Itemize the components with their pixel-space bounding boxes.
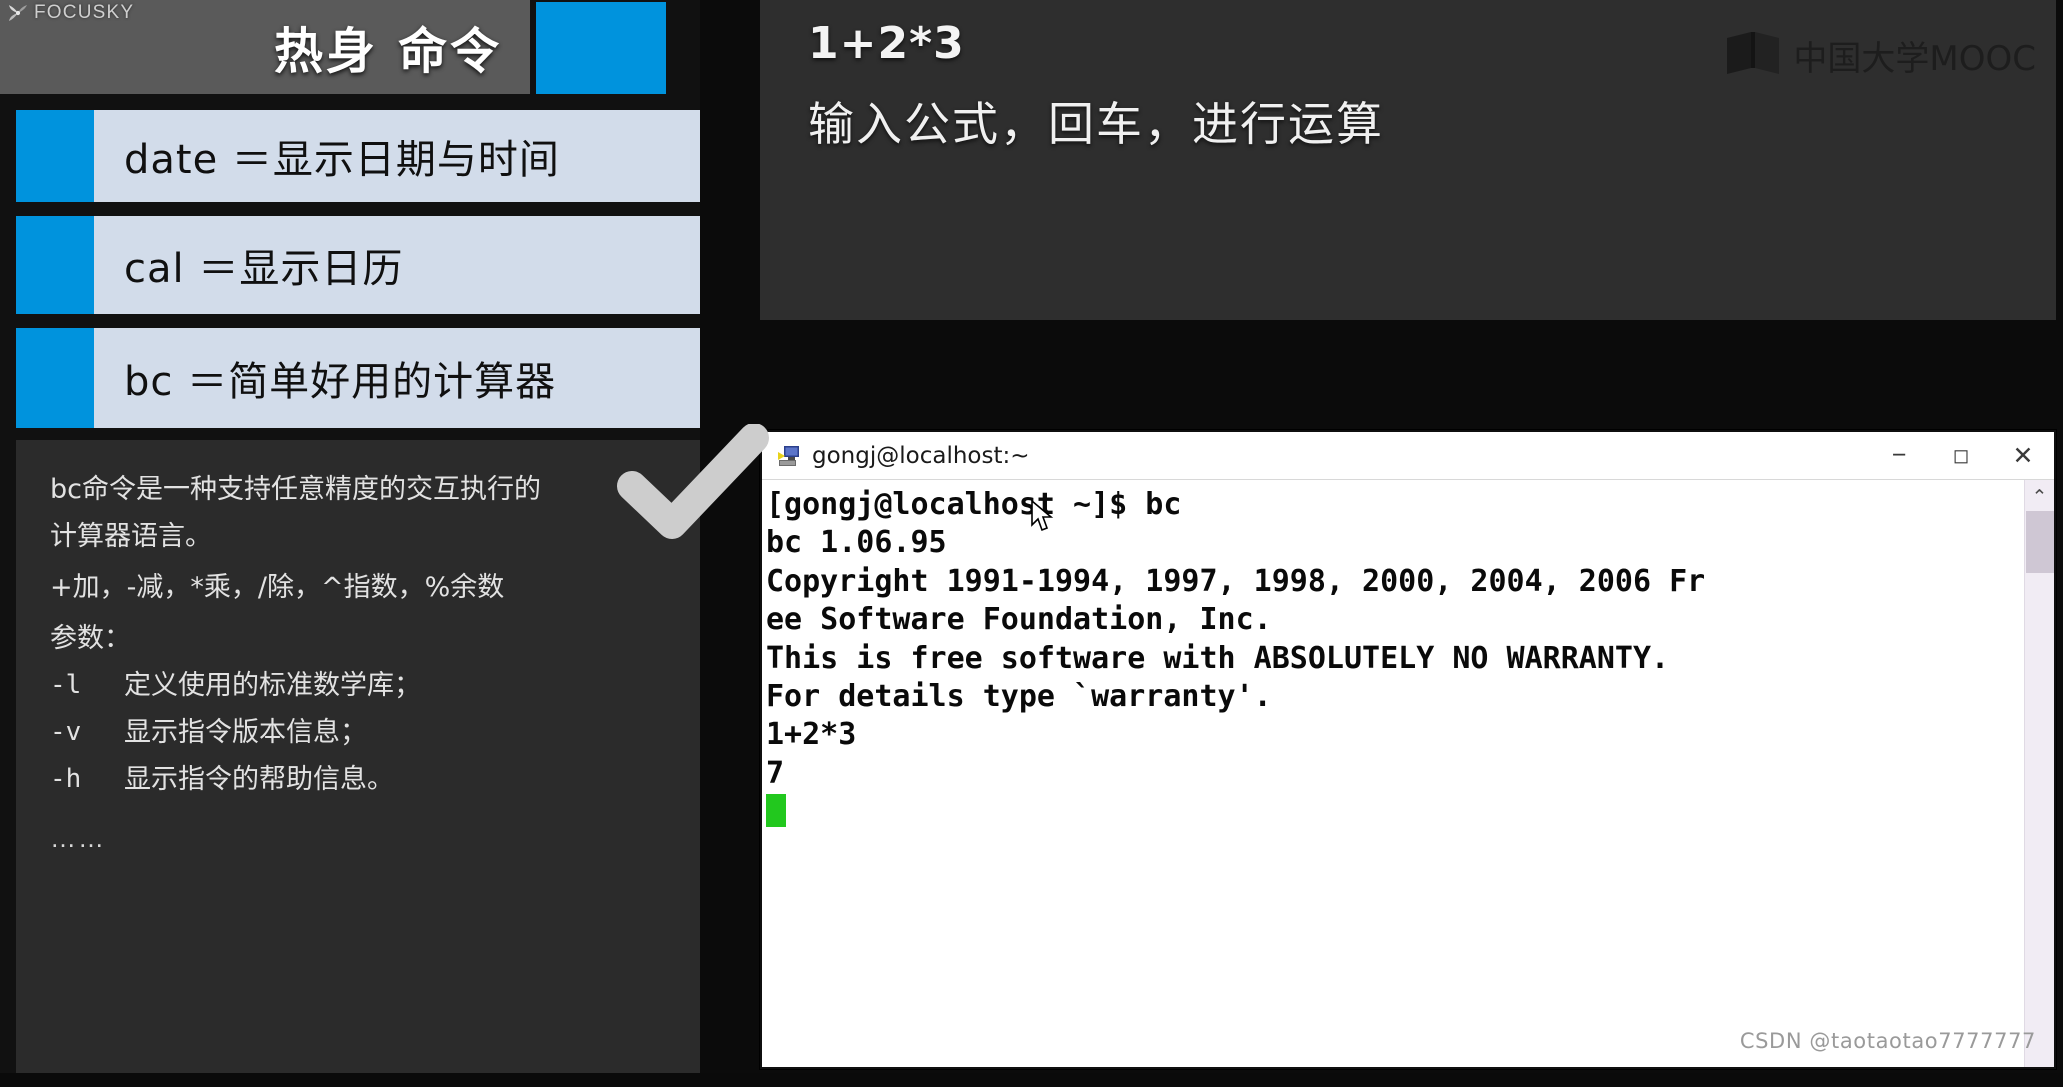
option-flag: -v — [50, 717, 82, 747]
terminal-title-label: gongj@localhost:~ — [812, 442, 1030, 469]
terminal-window[interactable]: gongj@localhost:~ − ◻ ✕ [gongj@localhost… — [760, 430, 2056, 1069]
focusky-brand: FOCUSKY — [8, 2, 134, 24]
slide-expression: 1+2*3 — [808, 18, 965, 69]
block-cursor-icon — [766, 794, 786, 828]
row-label-bar: cal ＝显示日历 — [94, 216, 700, 314]
putty-terminal-icon — [776, 443, 802, 469]
row-label-bar: bc ＝简单好用的计算器 — [94, 328, 700, 428]
row-accent-swatch — [16, 216, 94, 314]
terminal-cursor — [766, 793, 2024, 831]
option-row: -h 显示指令的帮助信息。 — [50, 756, 670, 803]
csdn-watermark: CSDN @taotaotao7777777 — [1739, 1029, 2036, 1053]
terminal-line: Copyright 1991-1994, 1997, 1998, 2000, 2… — [766, 563, 1706, 599]
command-row-bc[interactable]: bc ＝简单好用的计算器 — [16, 328, 700, 428]
terminal-scrollbar[interactable]: ⌃ — [2024, 480, 2054, 1067]
scrollbar-thumb[interactable] — [2025, 511, 2054, 573]
close-button[interactable]: ✕ — [1992, 432, 2054, 479]
row-accent-swatch — [16, 328, 94, 428]
bottom-strip — [0, 1073, 2063, 1087]
mooc-logo: 中国大学MOOC — [1725, 30, 2036, 81]
terminal-line: For details type `warranty'. — [766, 678, 1272, 714]
minimize-button[interactable]: − — [1868, 432, 1930, 479]
params-heading: 参数： — [50, 623, 131, 654]
option-flag: -l — [50, 670, 82, 700]
description-line: 计算器语言。 — [50, 521, 212, 552]
scroll-up-arrow-icon[interactable]: ⌃ — [2032, 486, 2048, 509]
option-row: -l 定义使用的标准数学库； — [50, 662, 670, 709]
description-panel: bc命令是一种支持任意精度的交互执行的 计算器语言。 +加，-减，*乘，/除，^… — [16, 440, 700, 1087]
option-flag: -h — [50, 764, 82, 794]
operators-line: +加，-减，*乘，/除，^指数，%余数 — [50, 572, 505, 603]
terminal-line: This is free software with ABSOLUTELY NO… — [766, 640, 1670, 676]
description-ellipsis: …… — [50, 823, 106, 853]
focusky-brand-label: FOCUSKY — [34, 2, 135, 23]
terminal-line: 7 — [766, 755, 785, 791]
left-slide-panel: 热身 命令 FOCUSKY date ＝显示日期与时间 cal ＝显示日历 bc… — [0, 0, 769, 1087]
title-accent-block — [536, 2, 666, 94]
row-accent-swatch — [16, 110, 94, 202]
terminal-line: bc 1.06.95 — [766, 525, 947, 561]
focusky-logo-icon — [8, 3, 28, 23]
command-label: date ＝显示日期与时间 — [124, 137, 560, 183]
description-line: bc命令是一种支持任意精度的交互执行的 — [50, 474, 541, 505]
right-slide-panel: 1+2*3 输入公式，回车，进行运算 中国大学MOOC — [760, 0, 2056, 320]
page-title: 热身 命令 — [273, 22, 502, 80]
terminal-line: 1+2*3 — [766, 717, 857, 753]
option-text: 显示指令版本信息； — [124, 717, 367, 748]
window-controls[interactable]: − ◻ ✕ — [1868, 432, 2054, 479]
maximize-button[interactable]: ◻ — [1930, 432, 1992, 479]
terminal-line: [gongj@localhost ~]$ bc — [766, 487, 1182, 522]
option-row: -v 显示指令版本信息； — [50, 709, 670, 756]
terminal-titlebar[interactable]: gongj@localhost:~ − ◻ ✕ — [762, 432, 2054, 480]
terminal-body[interactable]: [gongj@localhost ~]$ bc bc 1.06.95 Copyrig… — [762, 480, 2054, 1067]
option-text: 显示指令的帮助信息。 — [124, 764, 394, 795]
option-text: 定义使用的标准数学库； — [124, 670, 421, 701]
command-label: bc ＝简单好用的计算器 — [124, 359, 557, 405]
mooc-book-icon — [1725, 30, 1783, 81]
command-label: cal ＝显示日历 — [124, 246, 404, 292]
mooc-logo-label: 中国大学MOOC — [1793, 39, 2036, 79]
command-row-cal[interactable]: cal ＝显示日历 — [16, 216, 700, 314]
command-row-date[interactable]: date ＝显示日期与时间 — [16, 110, 700, 202]
screenshot-stage: 热身 命令 FOCUSKY date ＝显示日期与时间 cal ＝显示日历 bc… — [0, 0, 2063, 1087]
row-label-bar: date ＝显示日期与时间 — [94, 110, 700, 202]
slide-subtitle: 输入公式，回车，进行运算 — [808, 97, 1384, 151]
terminal-line: ee Software Foundation, Inc. — [766, 602, 1272, 638]
terminal-output[interactable]: [gongj@localhost ~]$ bc bc 1.06.95 Copyrig… — [762, 480, 2024, 1067]
